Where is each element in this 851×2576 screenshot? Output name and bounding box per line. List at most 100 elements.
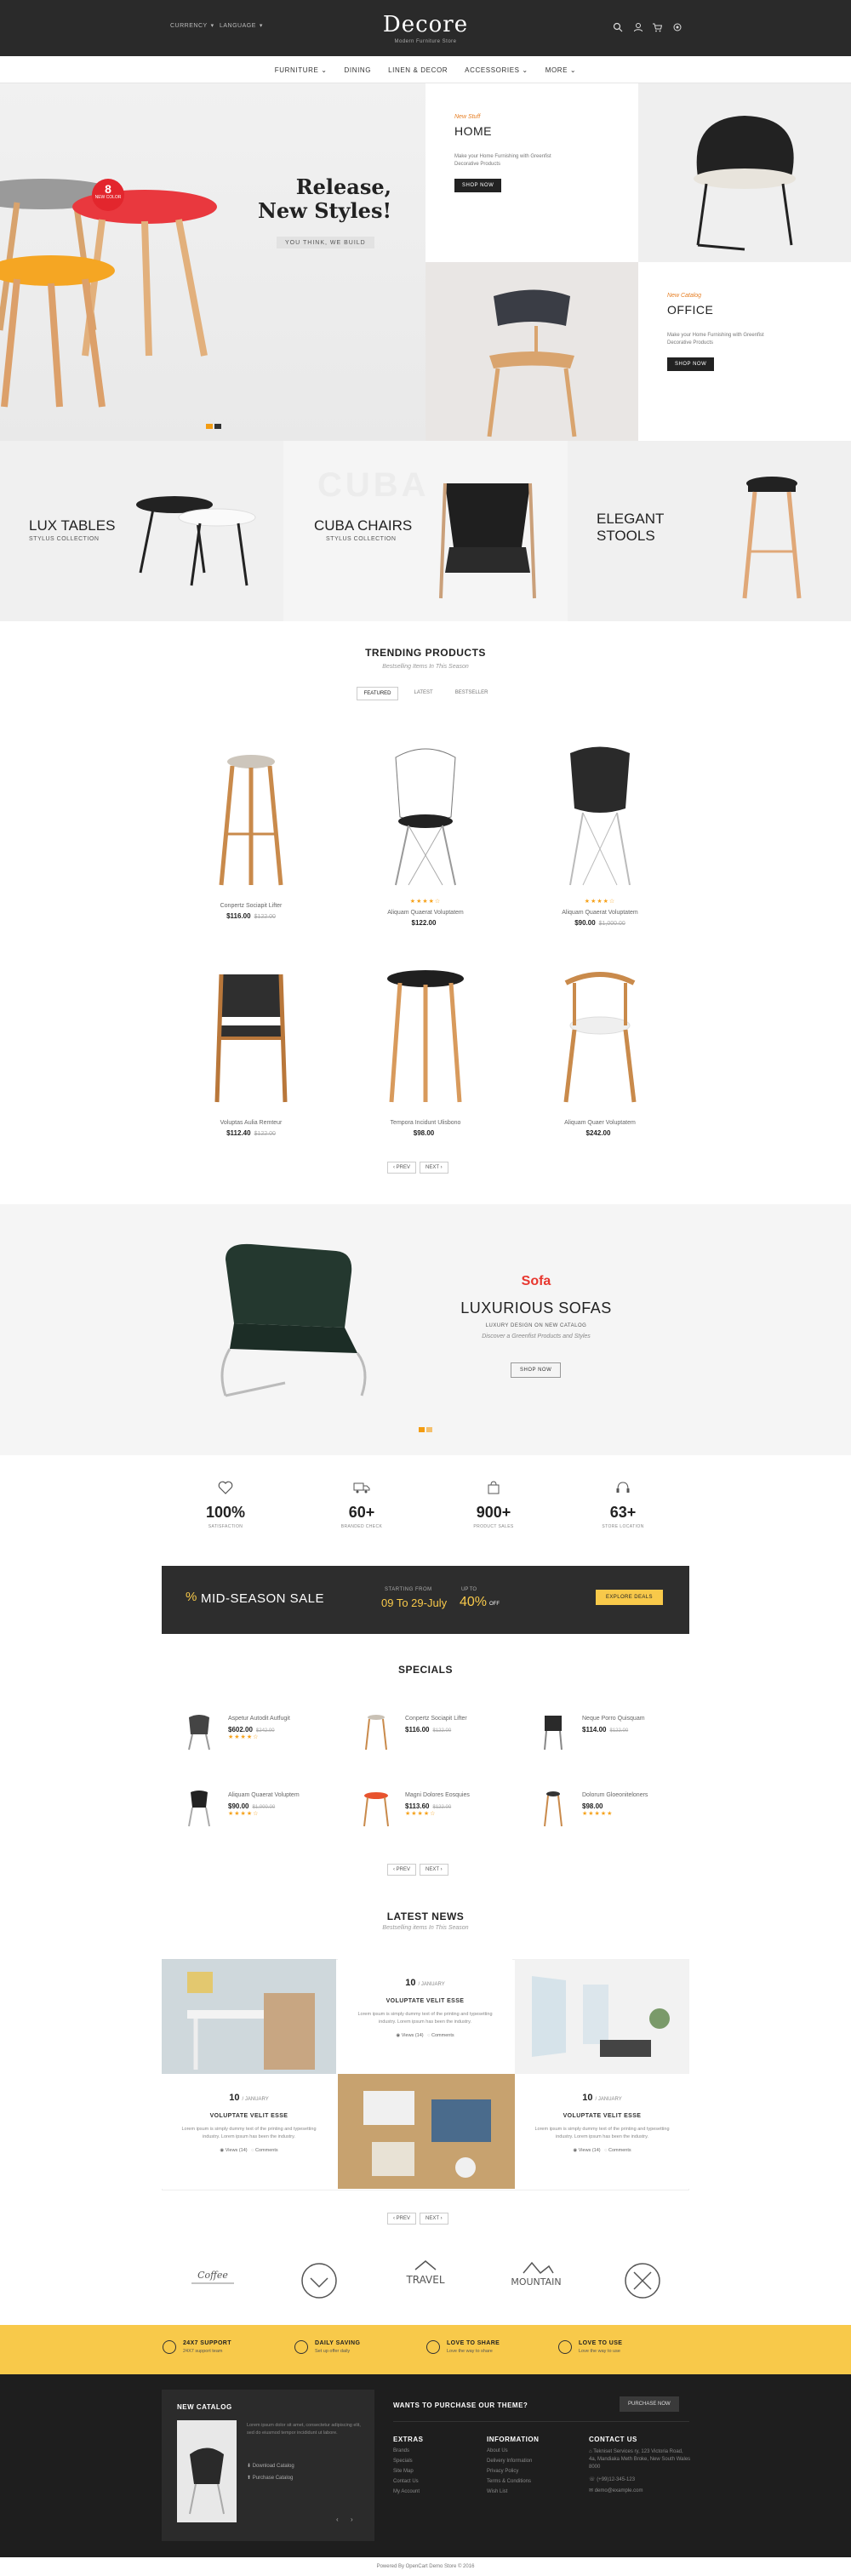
shop-now-button[interactable]: SHOP NOW <box>511 1362 562 1378</box>
prev-button[interactable]: ‹ PREV <box>387 2213 417 2225</box>
next-button[interactable]: NEXT › <box>420 1162 448 1174</box>
product-name[interactable]: Aliquam Quaer Voluptatem <box>523 1120 677 1126</box>
post-title[interactable]: VOLUPTATE VELIT ESSE <box>338 1998 512 2004</box>
footer-link[interactable]: Delivery Information <box>487 2459 539 2464</box>
special-item[interactable]: Aliquam Quaerat Voluptem $90.00 $1,000.00 ★… <box>180 1787 351 1838</box>
cart-icon[interactable] <box>652 22 662 32</box>
next-button[interactable]: NEXT › <box>420 1864 448 1876</box>
brand-logo[interactable] <box>281 2259 357 2302</box>
footer-link[interactable]: My Account <box>393 2489 423 2494</box>
footer-link[interactable]: Brands <box>393 2448 423 2453</box>
product-name[interactable]: Conpertz Sociapit Lifter <box>174 903 328 909</box>
product-name[interactable]: Magni Dolores Eosquies <box>405 1792 470 1798</box>
settings-icon[interactable] <box>672 22 683 32</box>
footer-link[interactable]: Wish List <box>487 2489 539 2494</box>
special-item[interactable]: Neque Porro Quisquam $114.00 $122.00 <box>534 1711 705 1762</box>
slider-dot[interactable] <box>214 424 221 429</box>
banner-cuba-chairs[interactable]: CUBA CUBA CHAIRS STYLUS COLLECTION <box>283 441 568 621</box>
footer-link[interactable]: Terms & Conditions <box>487 2479 539 2484</box>
special-item[interactable]: Dolorum Gloeoniteloners $98.00 ★★★★★ <box>534 1787 705 1838</box>
product-card[interactable]: Aliquam Quaer Voluptatem $242.00 <box>523 957 677 1137</box>
tab-featured[interactable]: FEATURED <box>356 687 399 700</box>
post-title[interactable]: VOLUPTATE VELIT ESSE <box>515 2113 689 2119</box>
brand-logo[interactable]: MOUNTAIN <box>498 2259 574 2302</box>
slider-dot[interactable] <box>426 1427 432 1432</box>
product-thumbnail <box>363 1792 389 1827</box>
news-image[interactable] <box>338 2074 515 2189</box>
footer-link[interactable]: Privacy Policy <box>487 2469 539 2474</box>
promo-home-desc: Make your Home Furnishing with Greenfist… <box>454 154 551 167</box>
news-image[interactable] <box>515 1959 689 2074</box>
product-card[interactable]: ★★★★☆ Aliquam Quaerat Voluptatem $90.00 $… <box>523 740 677 927</box>
slider-dot-active[interactable] <box>419 1427 425 1432</box>
news-image[interactable] <box>162 1959 336 2074</box>
product-name[interactable]: Aliquam Quaerat Voluptem <box>228 1792 300 1798</box>
product-name[interactable]: Aspetur Autodit Autfugit <box>228 1716 290 1722</box>
product-name[interactable]: Tempora Incidunt Ulisbono <box>349 1120 502 1126</box>
brand-logo[interactable]: TRAVEL <box>387 2259 464 2302</box>
post-comments[interactable]: Comments <box>431 2033 454 2038</box>
slider-dot-active[interactable] <box>206 424 213 429</box>
special-item[interactable]: Conpertz Sociapit Lifter $116.00 $122.00 <box>357 1711 528 1762</box>
catalog-link[interactable]: ⬆ Purchase Catalog <box>247 2475 293 2481</box>
special-item[interactable]: Aspetur Autodit Autfugit $602.00 $242.00 ★★… <box>180 1711 351 1762</box>
hero-slider[interactable]: 8 NEW COLOR Release, New Styles! YOU THI… <box>0 83 426 441</box>
promo-home[interactable]: New Stuff HOME Make your Home Furnishing… <box>426 83 638 262</box>
shop-now-button[interactable]: SHOP NOW <box>667 357 715 371</box>
banner-elegant-stools[interactable]: ELEGANT STOOLS <box>568 441 851 621</box>
prev-button[interactable]: ‹ PREV <box>387 1162 417 1174</box>
news-post[interactable]: 10 / JANUARY VOLUPTATE VELIT ESSE Lorem … <box>162 2074 336 2189</box>
location-icon: ⌂ <box>589 2449 592 2454</box>
site-logo[interactable]: Decore <box>0 12 851 37</box>
shop-now-button[interactable]: SHOP NOW <box>454 179 502 192</box>
banner-lux-tables[interactable]: LUX TABLES STYLUS COLLECTION <box>0 441 283 621</box>
search-icon[interactable] <box>613 22 623 32</box>
footer-link[interactable]: Site Map <box>393 2469 423 2474</box>
product-name[interactable]: Conpertz Sociapit Lifter <box>405 1716 467 1722</box>
footer-link[interactable]: Specials <box>393 2459 423 2464</box>
nav-item-furniture[interactable]: FURNITURE ⌄ <box>275 66 328 74</box>
nav-item-dining[interactable]: DINING <box>345 66 372 74</box>
user-icon[interactable] <box>633 22 643 32</box>
tab-bestseller[interactable]: BESTSELLER <box>448 687 495 700</box>
product-card[interactable]: ★★★★☆ Aliquam Quaerat Voluptatem $122.00 <box>349 740 502 927</box>
prev-button[interactable]: ‹ PREV <box>387 1864 417 1876</box>
special-item[interactable]: Magni Dolores Eosquies $113.60 $122.00 ★★★★… <box>357 1787 528 1838</box>
extras-title: EXTRAS <box>393 2436 424 2443</box>
brand-logo[interactable]: Coffee <box>174 2259 251 2302</box>
product-name[interactable]: Neque Porro Quisquam <box>582 1716 645 1722</box>
news-post[interactable]: 10 / JANUARY VOLUPTATE VELIT ESSE Lorem … <box>515 2074 689 2189</box>
news-post[interactable]: 10 / JANUARY VOLUPTATE VELIT ESSE Lorem … <box>338 1959 512 2074</box>
product-name[interactable]: Voluptas Aulia Remteur <box>174 1120 328 1126</box>
mid-season-sale-banner[interactable]: % MID-SEASON SALE STARTING FROM 09 To 29… <box>162 1566 689 1634</box>
sofa-banner[interactable]: Sofa LUXURIOUS SOFAS LUXURY DESIGN ON NE… <box>0 1204 851 1455</box>
feature-use: LOVE TO USE Love the way to use <box>558 2340 622 2354</box>
post-comments[interactable]: Comments <box>255 2148 278 2153</box>
brand-logo[interactable] <box>604 2259 681 2302</box>
next-button[interactable]: NEXT › <box>420 2213 448 2225</box>
catalog-box: NEW CATALOG Lorem ipsum dolor sit amet, … <box>162 2390 374 2541</box>
tab-latest[interactable]: LATEST <box>407 687 439 700</box>
catalog-next-icon[interactable]: › <box>351 2516 353 2523</box>
svg-text:Coffee: Coffee <box>197 2270 228 2281</box>
purchase-now-button[interactable]: PURCHASE NOW <box>620 2396 679 2412</box>
catalog-prev-icon[interactable]: ‹ <box>336 2516 339 2523</box>
product-name[interactable]: Dolorum Gloeoniteloners <box>582 1792 648 1798</box>
post-comments[interactable]: Comments <box>608 2148 631 2153</box>
promo-office[interactable]: New Catalog OFFICE Make your Home Furnis… <box>638 262 851 441</box>
product-name[interactable]: Aliquam Quaerat Voluptatem <box>523 910 677 916</box>
nav-item-more[interactable]: MORE ⌄ <box>545 66 577 74</box>
product-card[interactable]: Conpertz Sociapit Lifter $116.00 $122.00 <box>174 740 328 920</box>
explore-deals-button[interactable]: EXPLORE DEALS <box>596 1590 663 1605</box>
nav-item-linen-decor[interactable]: LINEN & DECOR <box>388 66 448 74</box>
nav-item-accessories[interactable]: ACCESSORIES ⌄ <box>465 66 528 74</box>
product-name[interactable]: Aliquam Quaerat Voluptatem <box>349 910 502 916</box>
product-card[interactable]: Voluptas Aulia Remteur $112.40 $122.00 <box>174 957 328 1137</box>
post-title[interactable]: VOLUPTATE VELIT ESSE <box>162 2113 336 2119</box>
product-card[interactable]: Tempora Incidunt Ulisbono $98.00 <box>349 957 502 1137</box>
bag-icon <box>488 1481 500 1494</box>
footer-link[interactable]: Contact Us <box>393 2479 423 2484</box>
catalog-link[interactable]: ⬇ Download Catalog <box>247 2463 294 2469</box>
email-item[interactable]: ✉ demo@example.com <box>589 2487 691 2493</box>
footer-link[interactable]: About Us <box>487 2448 539 2453</box>
